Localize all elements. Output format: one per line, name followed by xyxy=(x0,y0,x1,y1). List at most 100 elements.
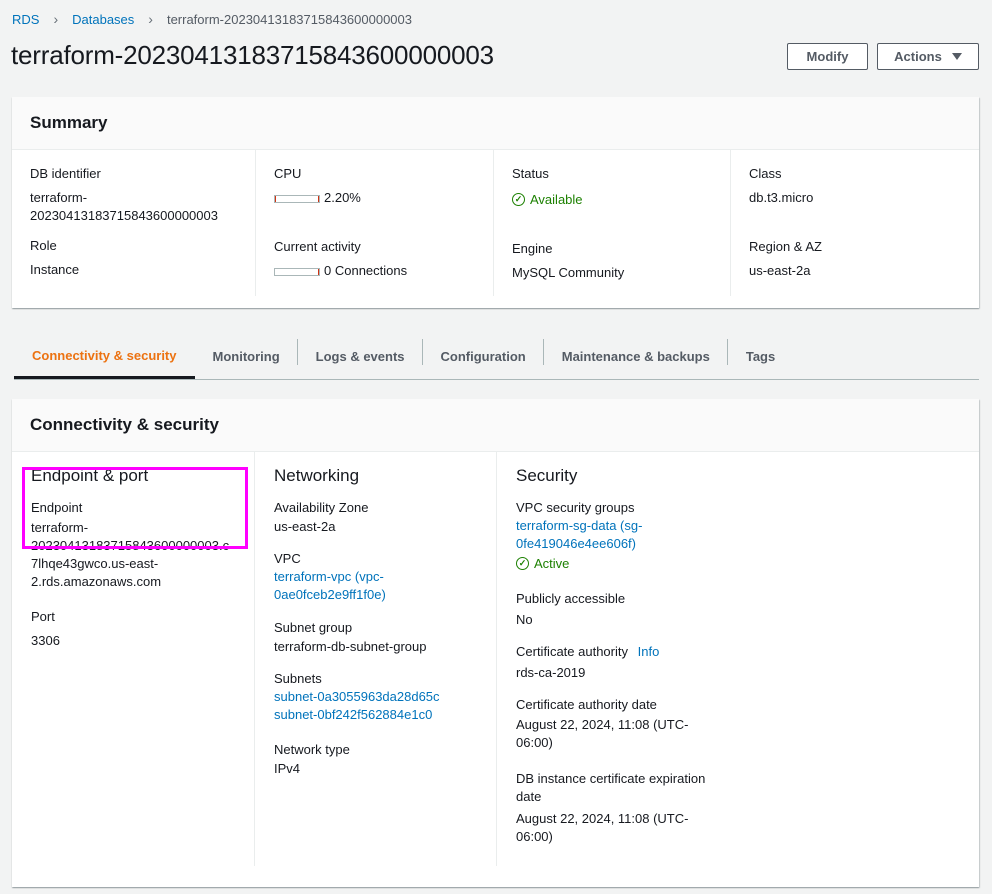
connectivity-header: Connectivity & security xyxy=(12,399,979,452)
cpu-label: CPU xyxy=(274,166,302,181)
db-identifier-line: 20230413183715843600000003 xyxy=(30,208,218,223)
network-type-value: IPv4 xyxy=(274,761,301,776)
vpc-label: VPC xyxy=(274,551,301,566)
cpu-value: 2.20% xyxy=(274,188,493,208)
availability-zone-value: us-east-2a xyxy=(274,519,336,534)
actions-button[interactable]: Actions xyxy=(877,43,979,70)
breadcrumb-rds-link[interactable]: RDS xyxy=(12,12,39,27)
endpoint-label: Endpoint xyxy=(31,500,83,515)
certificate-authority-label: Certificate authority Info xyxy=(516,644,738,659)
availability-zone-label: Availability Zone xyxy=(274,500,369,515)
tab-monitoring[interactable]: Monitoring xyxy=(195,334,298,379)
db-identifier-value: terraform- 20230413183715843600000003 xyxy=(30,188,255,226)
security-group-status-text: Active xyxy=(534,555,570,571)
status-label: Status xyxy=(512,166,549,181)
tab-configuration[interactable]: Configuration xyxy=(423,334,544,379)
subnet-group-value: terraform-db-subnet-group xyxy=(274,639,427,654)
caret-down-icon xyxy=(951,53,962,60)
port-label: Port xyxy=(31,609,55,624)
page-title: terraform-20230413183715843600000003 xyxy=(11,40,494,70)
ca-date-label: Certificate authority date xyxy=(516,696,657,712)
summary-col-cpu: CPU 2.20% Current activity 0 Connections xyxy=(255,150,493,296)
subnet-link[interactable]: subnet-0bf242f562884e1c0 xyxy=(274,706,496,724)
certificate-authority-value: rds-ca-2019 xyxy=(516,664,586,680)
vpc-security-groups-label: VPC security groups xyxy=(516,500,635,515)
cpu-percent: 2.20% xyxy=(324,190,361,205)
publicly-accessible-label: Publicly accessible xyxy=(516,590,626,606)
role-label: Role xyxy=(30,238,57,253)
tab-label: Tags xyxy=(745,349,776,364)
endpoint-line: 2.rds.amazonaws.com xyxy=(31,574,162,589)
subnets-list: subnet-0a3055963da28d65c subnet-0bf242f5… xyxy=(274,688,496,724)
network-type-label: Network type xyxy=(274,742,350,757)
summary-header: Summary xyxy=(12,97,979,150)
db-identifier-label: DB identifier xyxy=(30,166,101,181)
subnets-label: Subnets xyxy=(274,671,322,686)
security-group-link-line[interactable]: terraform-sg-data (sg- xyxy=(516,517,738,535)
tab-tags[interactable]: Tags xyxy=(728,334,793,379)
certificate-authority-label-text: Certificate authority xyxy=(516,643,628,659)
engine-label: Engine xyxy=(512,240,553,256)
cert-expiration-label-line: DB instance certificate expiration xyxy=(516,770,706,786)
current-activity-label: Current activity xyxy=(274,239,361,254)
security-group-status: ✓ Active xyxy=(516,555,569,573)
endpoint-port-column: Endpoint & port Endpoint terraform- 2023… xyxy=(12,452,254,651)
tab-label: Logs & events xyxy=(315,349,405,364)
cert-expiration-label-line: date xyxy=(516,788,542,804)
endpoint-line: 20230413183715843600000003.c xyxy=(31,538,230,553)
role-value: Instance xyxy=(30,262,80,277)
vpc-link[interactable]: terraform-vpc (vpc- 0ae0fceb2e9ff1f0e) xyxy=(274,568,496,604)
tab-maintenance-backups[interactable]: Maintenance & backups xyxy=(544,334,728,379)
summary-col-class: Class db.t3.micro Region & AZ us-east-2a xyxy=(730,150,979,296)
ca-date-value: August 22, 2024, 11:08 (UTC- 06:00) xyxy=(516,716,738,752)
port-value: 3306 xyxy=(31,633,60,648)
endpoint-line: 7lhqe43gwco.us-east- xyxy=(31,556,159,571)
engine-value: MySQL Community xyxy=(512,264,625,280)
breadcrumb-current: terraform-20230413183715843600000003 xyxy=(166,11,412,27)
cert-expiration-value: August 22, 2024, 11:08 (UTC- 06:00) xyxy=(516,810,738,846)
publicly-accessible-value: No xyxy=(516,611,533,627)
summary-col-identifier: DB identifier terraform- 202304131837158… xyxy=(12,150,255,296)
region-az-label: Region & AZ xyxy=(749,239,822,254)
networking-column: Networking Availability Zone us-east-2a … xyxy=(254,452,496,866)
tab-connectivity-security[interactable]: Connectivity & security xyxy=(14,334,195,379)
tab-label: Configuration xyxy=(440,349,526,364)
status-text: Available xyxy=(530,191,583,207)
security-group-link-line[interactable]: 0fe419046e4ee606f) xyxy=(516,535,738,553)
breadcrumb: RDS › Databases › terraform-202304131837… xyxy=(12,11,412,27)
status-value: ✓ Available xyxy=(512,188,730,210)
cpu-meter xyxy=(274,194,320,203)
vpc-link-line[interactable]: 0ae0fceb2e9ff1f0e) xyxy=(274,586,496,604)
connections-count: 0 Connections xyxy=(324,263,408,278)
actions-button-label: Actions xyxy=(894,49,942,64)
summary-col-status: Status ✓ Available Engine MySQL Community xyxy=(493,150,730,296)
endpoint-line: terraform- xyxy=(31,520,89,535)
subnet-link[interactable]: subnet-0a3055963da28d65c xyxy=(274,688,496,706)
security-heading: Security xyxy=(516,466,578,485)
security-group-link[interactable]: terraform-sg-data (sg- 0fe419046e4ee606f… xyxy=(516,517,738,573)
tab-label: Connectivity & security xyxy=(32,347,177,363)
breadcrumb-databases-link[interactable]: Databases xyxy=(72,12,134,27)
cert-expiration-label: DB instance certificate expiration date xyxy=(516,770,738,806)
cert-expiration-line: 06:00) xyxy=(516,828,553,844)
ca-date-line: August 22, 2024, 11:08 (UTC- xyxy=(516,716,689,732)
class-label: Class xyxy=(749,166,782,181)
class-value: db.t3.micro xyxy=(749,190,814,205)
activity-meter xyxy=(274,267,320,276)
db-identifier-line: terraform- xyxy=(30,190,88,205)
tab-label: Maintenance & backups xyxy=(561,349,710,364)
ca-date-line: 06:00) xyxy=(516,734,553,750)
cert-expiration-line: August 22, 2024, 11:08 (UTC- xyxy=(516,810,689,826)
summary-panel: Summary DB identifier terraform- 2023041… xyxy=(12,97,979,308)
modify-button[interactable]: Modify xyxy=(787,43,868,70)
subnet-group-label: Subnet group xyxy=(274,620,353,635)
tab-label: Monitoring xyxy=(212,349,280,364)
tab-logs-events[interactable]: Logs & events xyxy=(298,334,423,379)
info-link[interactable]: Info xyxy=(638,644,660,659)
endpoint-value[interactable]: terraform- 20230413183715843600000003.c … xyxy=(31,519,254,591)
check-circle-icon: ✓ xyxy=(512,193,525,206)
chevron-right-icon: › xyxy=(148,11,153,27)
current-activity-value: 0 Connections xyxy=(274,261,493,281)
check-circle-icon: ✓ xyxy=(516,557,529,570)
vpc-link-line[interactable]: terraform-vpc (vpc- xyxy=(274,568,496,586)
